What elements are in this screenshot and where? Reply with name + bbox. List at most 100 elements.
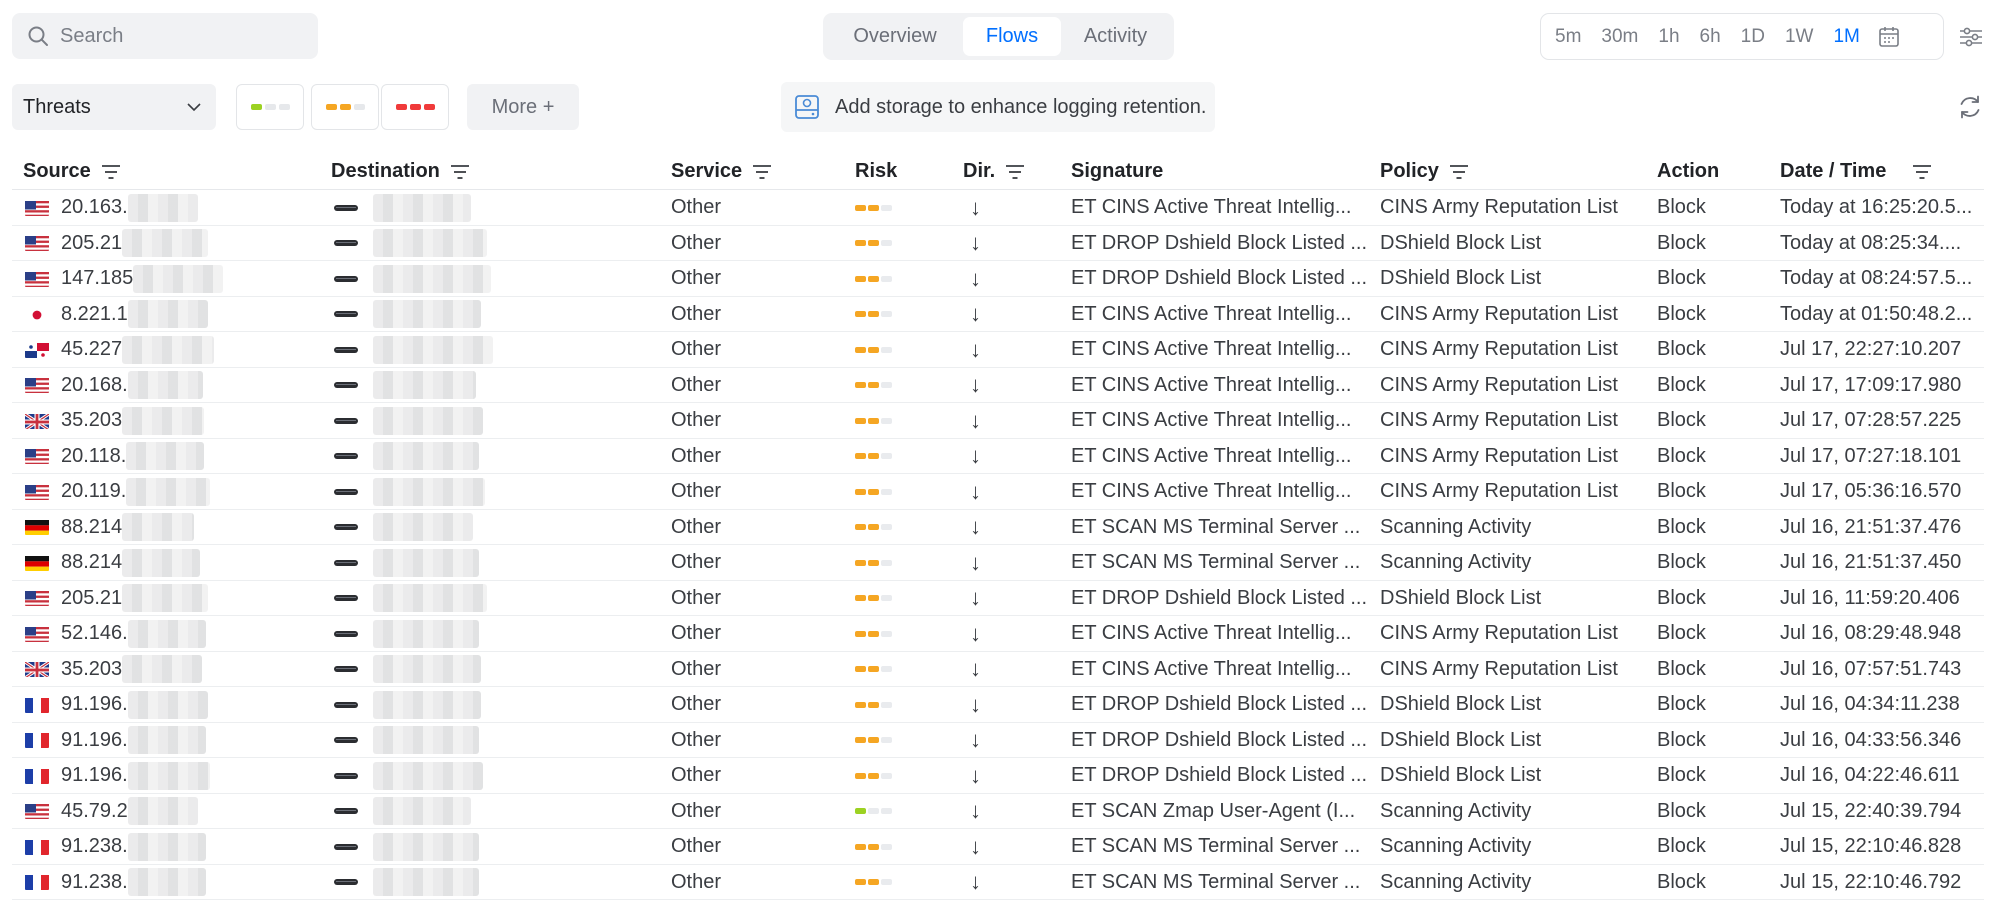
column-header-destination[interactable]: Destination bbox=[331, 160, 470, 183]
more-filters-button[interactable]: More + bbox=[467, 84, 579, 130]
risk-cell bbox=[855, 368, 955, 403]
source-cell: 88.214 bbox=[12, 545, 320, 580]
settings-sliders-icon[interactable] bbox=[1958, 24, 1984, 50]
filter-lines-icon[interactable] bbox=[1449, 164, 1469, 180]
service-cell: Other bbox=[671, 231, 722, 254]
column-header-source[interactable]: Source bbox=[23, 160, 121, 183]
table-row[interactable]: 205.21 Other ↓ ET DROP Dshield Block Listed… bbox=[12, 581, 1984, 616]
category-select-value: Threats bbox=[23, 95, 91, 118]
table-row[interactable]: 91.196. Other ↓ ET DROP Dshield Block Liste… bbox=[12, 687, 1984, 723]
risk-filter-high[interactable] bbox=[381, 84, 449, 130]
table-row[interactable]: 91.196. Other ↓ ET DROP Dshield Block Liste… bbox=[12, 723, 1984, 758]
table-row[interactable]: 205.21 Other ↓ ET DROP Dshield Block Listed… bbox=[12, 226, 1984, 261]
table-row[interactable]: 88.214 Other ↓ ET SCAN MS Terminal Server .… bbox=[12, 510, 1984, 545]
risk-filter-low[interactable] bbox=[236, 84, 304, 130]
table-row[interactable]: 52.146. Other ↓ ET CINS Active Threat Intel… bbox=[12, 616, 1984, 652]
direction-arrow-icon: ↓ bbox=[970, 798, 981, 823]
country-flag-icon bbox=[25, 874, 49, 890]
service-cell: Other bbox=[671, 515, 722, 538]
column-header-risk[interactable]: Risk bbox=[855, 160, 897, 183]
table-row[interactable]: 147.185 Other ↓ ET DROP Dshield Block Liste… bbox=[12, 261, 1984, 297]
redacted-destination-blur bbox=[373, 832, 479, 861]
action-cell: Block bbox=[1657, 551, 1706, 573]
column-header-direction[interactable]: Dir. bbox=[963, 160, 1025, 183]
table-row[interactable]: 45.227 Other ↓ ET CINS Active Threat Intell… bbox=[12, 332, 1984, 368]
filter-lines-icon[interactable] bbox=[1912, 164, 1932, 180]
table-row[interactable]: 20.118. Other ↓ ET CINS Active Threat Intel… bbox=[12, 439, 1984, 474]
table-row[interactable]: 88.214 Other ↓ ET SCAN MS Terminal Server .… bbox=[12, 545, 1984, 581]
tab-activity[interactable]: Activity bbox=[1061, 17, 1170, 56]
filter-lines-icon[interactable] bbox=[101, 164, 121, 180]
search-input[interactable] bbox=[60, 24, 300, 48]
redacted-destination-blur bbox=[373, 584, 487, 612]
storage-banner[interactable]: Add storage to enhance logging retention… bbox=[781, 82, 1215, 132]
gateway-device-icon bbox=[334, 666, 358, 672]
direction-arrow-icon: ↓ bbox=[970, 656, 981, 681]
country-flag-icon bbox=[25, 377, 49, 393]
country-flag-icon bbox=[25, 306, 49, 322]
range-1h[interactable]: 1h bbox=[1648, 26, 1689, 48]
range-5m[interactable]: 5m bbox=[1545, 26, 1591, 48]
direction-arrow-icon: ↓ bbox=[970, 833, 981, 859]
table-row[interactable]: 91.238. Other ↓ ET SCAN MS Terminal Server … bbox=[12, 865, 1984, 900]
country-flag-icon bbox=[25, 342, 49, 358]
risk-filter-medium[interactable] bbox=[311, 84, 379, 130]
gateway-device-icon bbox=[334, 240, 358, 246]
signature-cell: ET CINS Active Threat Intellig... bbox=[1071, 657, 1352, 680]
source-ip: 8.221.1 bbox=[61, 302, 128, 325]
signature-cell: ET DROP Dshield Block Listed ... bbox=[1071, 728, 1368, 751]
datetime-cell: Today at 16:25:20.5... bbox=[1780, 196, 1973, 218]
column-header-policy[interactable]: Policy bbox=[1380, 160, 1469, 183]
calendar-icon[interactable] bbox=[1876, 24, 1902, 50]
filter-lines-icon[interactable] bbox=[752, 164, 772, 180]
gateway-device-icon bbox=[334, 382, 358, 388]
range-1d[interactable]: 1D bbox=[1731, 26, 1775, 48]
redacted-destination-blur bbox=[373, 726, 479, 754]
column-label: Date / Time bbox=[1780, 160, 1887, 182]
policy-cell: DShield Block List bbox=[1380, 693, 1542, 715]
table-row[interactable]: 45.79.2 Other ↓ ET SCAN Zmap User-Agent (I.… bbox=[12, 794, 1984, 829]
direction-arrow-icon: ↓ bbox=[970, 585, 981, 610]
gateway-device-icon bbox=[334, 843, 358, 850]
datetime-cell: Jul 17, 22:27:10.207 bbox=[1780, 338, 1962, 360]
datetime-cell: Jul 16, 21:51:37.476 bbox=[1780, 515, 1962, 538]
column-header-datetime[interactable]: Date / Time bbox=[1780, 160, 1932, 183]
table-row[interactable]: 8.221.1 Other ↓ ET CINS Active Threat Intel… bbox=[12, 297, 1984, 332]
tab-overview[interactable]: Overview bbox=[827, 17, 963, 56]
table-row[interactable]: 20.119. Other ↓ ET CINS Active Threat Intel… bbox=[12, 474, 1984, 510]
table-row[interactable]: 20.168. Other ↓ ET CINS Active Threat Intel… bbox=[12, 368, 1984, 403]
column-header-action[interactable]: Action bbox=[1657, 160, 1719, 183]
policy-cell: CINS Army Reputation List bbox=[1380, 444, 1618, 467]
risk-indicator bbox=[855, 595, 892, 601]
column-header-signature[interactable]: Signature bbox=[1071, 160, 1163, 183]
range-6h[interactable]: 6h bbox=[1690, 26, 1731, 48]
table-row[interactable]: 35.203 Other ↓ ET CINS Active Threat Intell… bbox=[12, 403, 1984, 439]
table-row[interactable]: 91.238. Other ↓ ET SCAN MS Terminal Server … bbox=[12, 829, 1984, 865]
table-row[interactable]: 35.203 Other ↓ ET CINS Active Threat Intell… bbox=[12, 652, 1984, 687]
datetime-cell: Jul 16, 21:51:37.450 bbox=[1780, 551, 1962, 573]
destination-cell bbox=[329, 687, 659, 722]
service-cell: Other bbox=[671, 764, 722, 786]
gateway-device-icon bbox=[334, 275, 358, 282]
destination-cell bbox=[329, 581, 659, 616]
risk-indicator bbox=[855, 382, 892, 388]
risk-cell bbox=[855, 403, 955, 438]
filter-lines-icon[interactable] bbox=[1005, 164, 1025, 180]
storage-banner-text: Add storage to enhance logging retention… bbox=[835, 95, 1207, 118]
redacted-destination-blur bbox=[373, 229, 487, 257]
service-cell: Other bbox=[671, 196, 722, 218]
range-1w[interactable]: 1W bbox=[1775, 26, 1824, 48]
search-box[interactable] bbox=[12, 13, 318, 59]
filter-lines-icon[interactable] bbox=[450, 164, 470, 180]
refresh-icon[interactable] bbox=[1956, 93, 1984, 121]
range-1m[interactable]: 1M bbox=[1823, 26, 1869, 48]
risk-cell bbox=[855, 616, 955, 651]
table-row[interactable]: 20.163. Other ↓ ET CINS Active Threat Intel… bbox=[12, 190, 1984, 226]
category-select[interactable]: Threats bbox=[12, 84, 216, 130]
table-row[interactable]: 91.196. Other ↓ ET DROP Dshield Block Liste… bbox=[12, 758, 1984, 794]
tab-flows[interactable]: Flows bbox=[963, 17, 1061, 56]
column-header-service[interactable]: Service bbox=[671, 160, 772, 183]
redacted-ip-blur bbox=[122, 584, 209, 612]
range-30m[interactable]: 30m bbox=[1591, 26, 1648, 48]
service-cell: Other bbox=[671, 870, 722, 893]
